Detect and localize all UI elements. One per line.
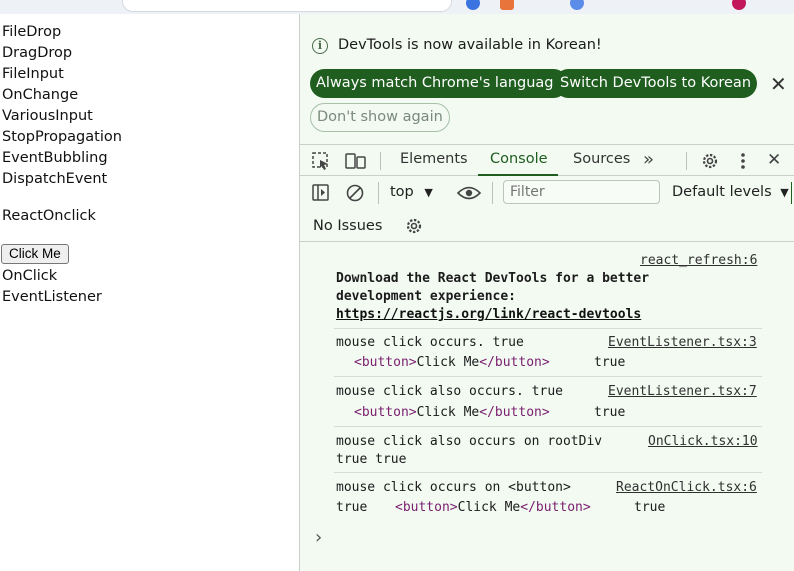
more-tabs-icon[interactable]: » — [643, 149, 654, 170]
divider — [334, 472, 762, 473]
console-source-link[interactable]: ReactOnClick.tsx:6 — [616, 480, 757, 495]
console-value: true — [594, 355, 626, 370]
log-levels-dropdown[interactable]: Default levels ▼ — [672, 184, 789, 200]
log-levels-label: Default levels — [672, 184, 772, 200]
console-value: true true — [336, 452, 407, 467]
nav-link-eventbubbling[interactable]: EventBubbling — [2, 148, 108, 168]
dropdown-arrow-icon: ▼ — [424, 186, 433, 199]
divider — [334, 376, 762, 377]
tab-console[interactable]: Console — [490, 151, 548, 167]
divider — [492, 182, 493, 204]
nav-link-stoppropagation[interactable]: StopPropagation — [2, 127, 122, 147]
console-filter-bar: top ▼ Default levels ▼ — [300, 176, 794, 210]
extension-icon[interactable] — [570, 0, 584, 10]
tab-elements[interactable]: Elements — [400, 151, 468, 167]
onclick-text: OnClick — [2, 268, 58, 284]
divider — [380, 152, 381, 170]
close-devtools-icon[interactable]: ✕ — [767, 150, 781, 170]
console-filter-input[interactable] — [503, 180, 660, 204]
devtools-tab-bar: Elements Console Sources » ✕ — [300, 144, 794, 176]
nav-link-dispatchevent[interactable]: DispatchEvent — [2, 169, 107, 189]
tab-sources[interactable]: Sources — [573, 151, 630, 167]
info-icon: i — [312, 38, 328, 54]
console-element-ref[interactable]: <button>Click Me</button> — [395, 500, 591, 515]
console-message: mouse click also occurs. true — [336, 384, 563, 399]
switch-to-korean-button[interactable]: Switch DevTools to Korean — [554, 69, 758, 98]
console-message: development experience: — [336, 289, 517, 304]
always-match-language-button[interactable]: Always match Chrome's language — [310, 69, 569, 98]
nav-link-onchange[interactable]: OnChange — [2, 85, 78, 105]
console-settings-gear-icon[interactable] — [404, 216, 424, 236]
console-value: true — [594, 405, 626, 420]
nav-link-fileinput[interactable]: FileInput — [2, 64, 64, 84]
inspect-element-icon[interactable] — [312, 152, 330, 170]
console-prompt-icon[interactable]: › — [315, 527, 322, 548]
close-banner-icon[interactable]: ✕ — [770, 72, 787, 96]
console-source-link[interactable]: OnClick.tsx:10 — [648, 434, 758, 449]
device-toolbar-icon[interactable] — [345, 152, 367, 170]
console-element-ref[interactable]: <button>Click Me</button> — [354, 405, 550, 420]
click-me-button[interactable]: Click Me — [1, 244, 69, 264]
console-message: mouse click occurs. true — [336, 335, 524, 350]
dont-show-again-button[interactable]: Don't show again — [310, 103, 450, 132]
section-title: ReactOnclick — [2, 208, 96, 224]
kebab-menu-icon[interactable] — [740, 152, 746, 170]
issues-row: No Issues — [300, 212, 794, 242]
clear-console-icon[interactable] — [346, 184, 364, 202]
console-message: mouse click also occurs on rootDiv — [336, 434, 603, 449]
devtools-panel: i DevTools is now available in Korean! A… — [299, 14, 794, 571]
console-message: mouse click occurs on <button> — [336, 480, 571, 495]
context-label: top — [390, 184, 414, 200]
console-value: true — [634, 500, 666, 515]
eye-icon[interactable] — [457, 185, 481, 201]
settings-gear-icon[interactable] — [700, 151, 720, 171]
extension-icon[interactable] — [500, 0, 514, 10]
browser-toolbar — [0, 0, 794, 14]
console-source-link[interactable]: react_refresh:6 — [640, 253, 757, 268]
nav-link-filedrop[interactable]: FileDrop — [2, 22, 61, 42]
divider — [378, 182, 379, 204]
eventlistener-text: EventListener — [2, 289, 102, 305]
console-source-link[interactable]: EventListener.tsx:7 — [608, 384, 757, 399]
context-selector[interactable]: top ▼ — [390, 184, 433, 200]
language-banner-text: DevTools is now available in Korean! — [338, 37, 602, 53]
address-bar[interactable] — [122, 0, 452, 12]
dropdown-arrow-icon: ▼ — [780, 186, 789, 199]
console-value: true — [336, 500, 368, 515]
sidebar-toggle-icon[interactable] — [312, 184, 330, 202]
nav-link-variousinput[interactable]: VariousInput — [2, 106, 93, 126]
extension-icon[interactable] — [466, 0, 480, 10]
console-source-link[interactable]: EventListener.tsx:3 — [608, 335, 757, 350]
page-content: FileDrop DragDrop FileInput OnChange Var… — [0, 14, 299, 571]
console-message: Download the React DevTools for a better — [336, 271, 650, 286]
profile-avatar[interactable] — [732, 0, 746, 10]
react-devtools-link[interactable]: https://reactjs.org/link/react-devtools — [336, 307, 641, 322]
console-element-ref[interactable]: <button>Click Me</button> — [354, 355, 550, 370]
divider — [334, 426, 762, 427]
issues-count[interactable]: No Issues — [313, 218, 382, 234]
nav-link-dragdrop[interactable]: DragDrop — [2, 43, 72, 63]
divider — [791, 182, 792, 204]
divider — [686, 152, 687, 170]
divider — [334, 328, 762, 329]
